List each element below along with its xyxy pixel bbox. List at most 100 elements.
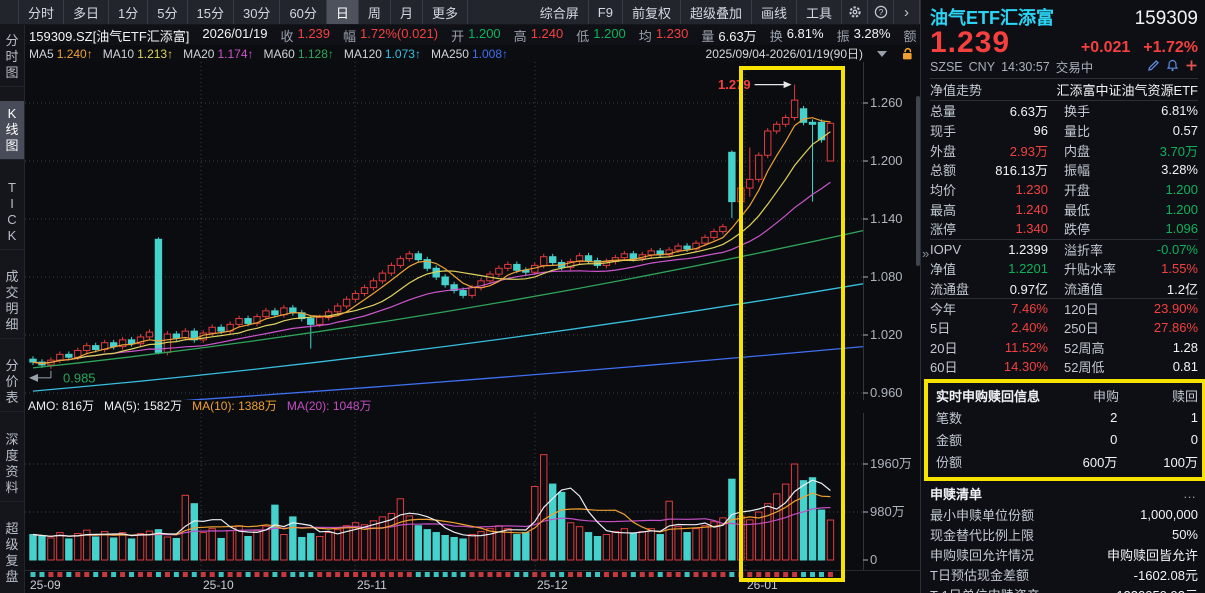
period-tab-11[interactable]: 更多 <box>423 0 468 24</box>
quote-row: 净值 1.2201 升贴水率 1.55% <box>930 259 1198 279</box>
period-tab-9[interactable]: 周 <box>359 0 391 24</box>
quote-value: 1.230 <box>1015 182 1048 198</box>
sidebar-item-4[interactable]: 成交明细 <box>0 264 24 339</box>
quote-value: 11.52% <box>1004 339 1048 355</box>
quote-value: 27.86% <box>1153 319 1198 335</box>
quote-value: 1.240 <box>1015 201 1048 217</box>
redemption-value: 50% <box>1171 527 1198 543</box>
info-label: 换 <box>769 28 783 44</box>
sidebar-item-6[interactable]: 深度资料 <box>0 427 24 502</box>
info-segment: 高 1.240 <box>514 26 564 45</box>
info-segment: 振 3.28% <box>837 26 891 45</box>
quote-row: 涨停 1.340 跌停 1.096 <box>930 219 1198 239</box>
info-label: 均 <box>638 28 652 44</box>
period-tab-4[interactable]: 5分 <box>148 0 188 24</box>
ma-value: 1.008↑ <box>471 46 509 61</box>
quote-value: 0.81 <box>1172 359 1198 375</box>
ma-item: MA60 1.128↑ <box>264 47 334 61</box>
quote-value: 816.13万 <box>995 163 1048 179</box>
currency-label: CNY <box>968 59 996 74</box>
period-tab-3[interactable]: 1分 <box>109 0 149 24</box>
sub-value: 600万 <box>1082 455 1118 471</box>
volume-pane[interactable]: 1960万 980万 0 <box>25 413 920 570</box>
quote-label: 换手 <box>1064 104 1091 120</box>
quote-label: 流通盘 <box>930 281 970 297</box>
ma-item: MA5 1.240↑ <box>29 47 93 61</box>
sidebar-item-5[interactable]: 分价表 <box>0 353 24 413</box>
ma-item: MA250 1.008↑ <box>431 47 508 61</box>
nav-label: 净值走势 <box>930 83 983 98</box>
quote-label: 涨停 <box>930 222 957 238</box>
toolbar-tool-3[interactable]: 前复权 <box>623 0 681 24</box>
quote-info-bar: 159309.SZ[油气ETF汇添富] 2026/01/19 收 1.239 幅 1.72… <box>25 25 936 45</box>
toolbar-tool-4[interactable]: 超级叠加 <box>681 0 752 24</box>
ma-label: MA250 <box>430 46 469 61</box>
info-label: 额 <box>903 28 917 44</box>
sidebar-item-7[interactable]: 超级复盘 <box>0 516 24 590</box>
quote-row: IOPV 1.2399 溢折率 -0.07% <box>930 238 1198 259</box>
redemption-row: T-1日单位申赎资产1220059.92元 <box>930 585 1198 593</box>
period-tab-2[interactable]: 多日 <box>64 0 110 24</box>
subscription-row: 份额 600万 100万 <box>936 451 1198 473</box>
edit-pencil-icon[interactable] <box>1147 59 1160 75</box>
info-label: 量 <box>701 28 715 44</box>
period-tab-7[interactable]: 60分 <box>280 0 327 24</box>
period-tab-8[interactable]: 日 <box>326 0 359 24</box>
settings-gear-icon[interactable] <box>842 0 868 24</box>
quote-label: 流通值 <box>1064 281 1104 297</box>
info-segment: 均 1.230 <box>639 26 689 45</box>
info-segment: 幅 1.72%(0.021) <box>343 26 438 45</box>
range-dropdown-icon[interactable] <box>877 50 887 57</box>
period-tab-5[interactable]: 15分 <box>188 0 234 24</box>
quote-label: 250日 <box>1064 320 1099 336</box>
panel-scrollbar[interactable] <box>916 96 920 266</box>
info-label: 高 <box>513 28 527 44</box>
price-pane[interactable]: 1.260 1.200 1.140 1.080 1.020 0.960 1.279 0.985 <box>25 62 920 400</box>
unlock-icon[interactable] <box>901 47 914 61</box>
quote-label: 今年 <box>930 301 957 317</box>
quote-value: 1.2201 <box>1008 260 1048 276</box>
ma-value: 1.174↑ <box>217 46 254 61</box>
info-label: 振 <box>836 28 850 44</box>
quote-row: 外盘 2.93万 内盘 3.70万 <box>930 140 1198 160</box>
toolbar-tool-6[interactable]: 工具 <box>797 0 842 24</box>
help-icon[interactable]: ? <box>868 0 894 24</box>
info-segment: 换 6.81% <box>770 26 824 45</box>
panel-expander[interactable]: » <box>922 246 929 261</box>
sidebar-item-3[interactable]: TICK <box>0 175 24 250</box>
ma-item: MA10 1.213↑ <box>103 47 173 61</box>
sidebar-item-1[interactable]: 分时图 <box>0 28 24 87</box>
volume-indicator-labels: AMO: 816万 MA(5): 1582万 MA(10): 1388万 MA(… <box>25 400 920 413</box>
period-tab-1[interactable]: 分时 <box>18 0 65 24</box>
period-tab-6[interactable]: 30分 <box>234 0 281 24</box>
svg-text:1.020: 1.020 <box>870 327 903 342</box>
ma-value: 1.213↑ <box>137 46 174 61</box>
svg-text:0.960: 0.960 <box>870 385 903 400</box>
sub-label: 份额 <box>936 455 963 471</box>
nav-row[interactable]: 净值走势 汇添富中证油气资源ETF <box>930 78 1198 101</box>
quote-row: 总量 6.63万 换手 6.81% <box>930 101 1198 121</box>
quote-value: 23.90% <box>1153 300 1198 316</box>
add-to-watchlist-icon[interactable] <box>1185 59 1198 75</box>
quote-value: 1.096 <box>1165 221 1198 237</box>
subscription-header: 实时申购赎回信息 申购 赎回 <box>936 385 1198 407</box>
period-tab-10[interactable]: 月 <box>391 0 423 24</box>
alert-bell-icon[interactable] <box>1166 59 1179 75</box>
quote-label: 60日 <box>930 360 958 376</box>
x-axis-label: 25-11 <box>357 578 387 592</box>
toolbar-expand-chevron[interactable]: › <box>894 0 920 24</box>
more-ellipsis[interactable]: … <box>1183 486 1198 501</box>
sub-label: 金额 <box>936 433 963 449</box>
svg-text:1.080: 1.080 <box>870 269 903 284</box>
quote-label: IOPV <box>930 241 962 257</box>
toolbar-tool-1[interactable]: 综合屏 <box>531 0 589 24</box>
quote-value: 1.340 <box>1015 221 1048 237</box>
quote-label: 量比 <box>1064 124 1091 140</box>
toolbar-tool-5[interactable]: 画线 <box>752 0 797 24</box>
quote-value: 0.97亿 <box>1009 281 1048 297</box>
sidebar-item-2[interactable]: K线图 <box>0 101 24 161</box>
quote-label: 跌停 <box>1064 222 1091 238</box>
info-segment: 159309.SZ[油气ETF汇添富] <box>29 26 189 45</box>
info-segment: 收 1.239 <box>280 26 330 45</box>
toolbar-tool-2[interactable]: F9 <box>589 0 623 24</box>
